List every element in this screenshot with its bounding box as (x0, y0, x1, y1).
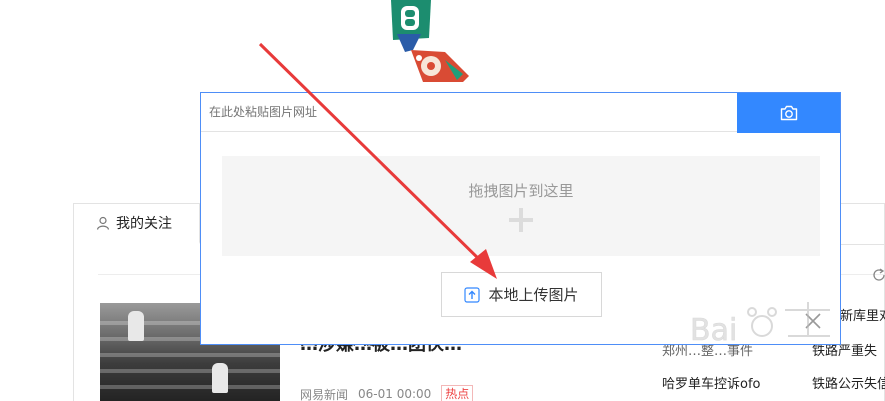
watermark-logo: Bai (690, 302, 830, 348)
news-source: 网易新闻 (300, 387, 349, 401)
news-time: 06-01 00:00 (358, 387, 432, 401)
drop-zone[interactable]: 拖拽图片到这里 (222, 156, 820, 256)
local-upload-label: 本地上传图片 (488, 286, 579, 304)
side-news-item-5[interactable]: 铁路公示失信 (812, 373, 885, 392)
side-news-item-4[interactable]: 哈罗单车控诉ofo (662, 373, 760, 392)
news-meta: 网易新闻 06-01 00:00 热点 (300, 385, 474, 401)
refresh-icon[interactable] (871, 267, 885, 283)
svg-text:Bai: Bai (690, 313, 737, 348)
hot-badge: 热点 (441, 385, 474, 401)
camera-icon (780, 105, 797, 121)
image-url-input[interactable] (201, 93, 738, 132)
camera-search-button[interactable] (737, 93, 840, 133)
drop-zone-text: 拖拽图片到这里 (468, 182, 574, 200)
upload-icon (464, 286, 481, 303)
logo-doodle[interactable] (383, 0, 473, 82)
side-news-item-1[interactable]: 新库里对 (840, 305, 885, 324)
tab-my-follow-label: 我的关注 (116, 216, 172, 232)
user-icon (96, 216, 110, 230)
plus-icon (509, 208, 533, 232)
tab-my-follow[interactable]: 我的关注 (74, 204, 200, 244)
local-upload-button[interactable]: 本地上传图片 (441, 272, 602, 317)
